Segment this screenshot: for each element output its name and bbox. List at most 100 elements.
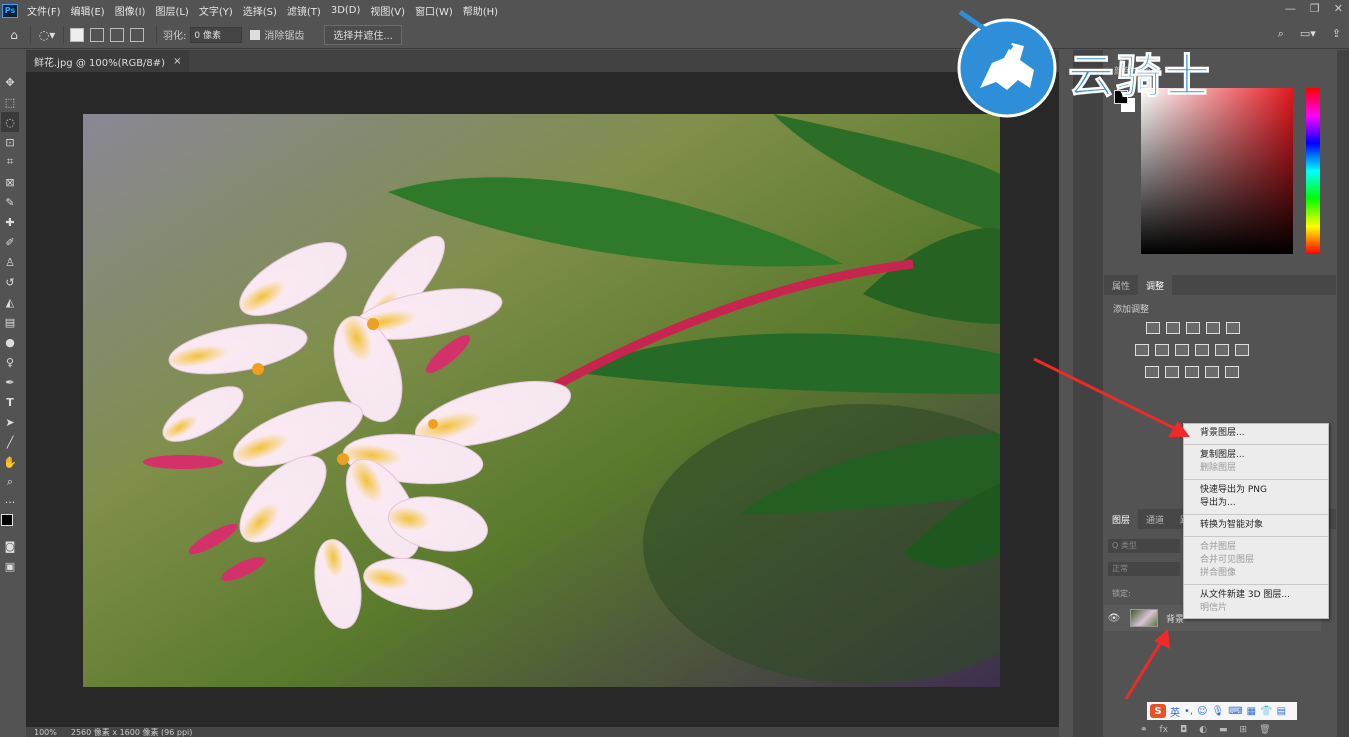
menu-item-new-3d-layer[interactable]: 从文件新建 3D 图层... [1184,589,1328,602]
hue-saturation-icon[interactable] [1135,344,1149,356]
hue-slider[interactable] [1306,88,1320,254]
fx-icon[interactable]: fx [1160,725,1169,735]
vibrance-icon[interactable] [1226,322,1240,334]
menu-help[interactable]: 帮助(H) [458,3,503,18]
intersect-selection-button[interactable] [130,27,144,42]
move-tool-icon[interactable]: ✥ [1,72,19,92]
tab-adjustments[interactable]: 调整 [1138,275,1173,295]
menu-3d[interactable]: 3D(D) [326,5,366,16]
share-icon[interactable]: ⇪ [1332,27,1341,41]
levels-icon[interactable] [1166,322,1180,334]
blend-mode-select[interactable]: 正常 [1108,562,1180,576]
gradient-map-icon[interactable] [1225,366,1239,378]
workspace-icon[interactable]: ▭▾ [1300,27,1316,41]
crop-tool-icon[interactable]: ⌗ [1,152,19,172]
punctuation-icon[interactable]: •, [1184,706,1193,717]
menu-item-delete-layer[interactable]: 删除图层 [1184,462,1328,475]
menu-item-export-as[interactable]: 导出为... [1184,497,1328,510]
line-tool-icon[interactable]: ╱ [1,432,19,452]
subtract-selection-button[interactable] [110,27,124,42]
document-tab[interactable]: 鲜花.jpg @ 100%(RGB/8#) × [26,50,190,72]
threshold-icon[interactable] [1185,366,1199,378]
more-tools-icon[interactable]: ··· [1,492,19,512]
add-selection-button[interactable] [90,27,104,42]
tab-channels[interactable]: 通道 [1138,509,1172,529]
skin-icon[interactable]: ▦ [1247,706,1256,717]
eraser-tool-icon[interactable]: ◭ [1,292,19,312]
menu-item-quick-export-png[interactable]: 快速导出为 PNG [1184,484,1328,497]
menu-item-background-layer[interactable]: 背景图层... [1184,427,1328,440]
color-swatches[interactable] [0,514,20,536]
lasso-tool-icon[interactable]: ◌ [1,112,19,132]
antialias-checkbox[interactable] [250,29,261,40]
color-balance-icon[interactable] [1155,344,1169,356]
new-group-icon[interactable]: ▬ [1219,725,1228,735]
photo-filter-icon[interactable] [1195,344,1209,356]
channel-mixer-icon[interactable] [1215,344,1229,356]
menu-item-flatten-image[interactable]: 拼合图像 [1184,567,1328,580]
brightness-icon[interactable] [1146,322,1160,334]
dodge-tool-icon[interactable]: ♀ [1,352,19,372]
frame-tool-icon[interactable]: ⊠ [1,172,19,192]
add-mask-icon[interactable]: ◘ [1180,725,1187,735]
eyedropper-tool-icon[interactable]: ✎ [1,192,19,212]
blur-tool-icon[interactable]: ● [1,332,19,352]
brush-tool-icon[interactable]: ✐ [1,232,19,252]
new-selection-button[interactable] [70,27,84,42]
lasso-preset-icon[interactable]: ◌▾ [37,25,57,45]
selective-color-icon[interactable] [1205,366,1219,378]
quick-mask-icon[interactable]: ◙ [1,536,19,556]
pen-tool-icon[interactable]: ✒ [1,372,19,392]
gradient-tool-icon[interactable]: ▤ [1,312,19,332]
menu-edit[interactable]: 编辑(E) [66,3,110,18]
delete-layer-icon[interactable]: 🗑 [1259,725,1270,735]
invert-icon[interactable] [1145,366,1159,378]
select-and-mask-button[interactable]: 选择并遮住... [324,24,402,45]
menu-file[interactable]: 文件(F) [22,3,66,18]
posterize-icon[interactable] [1165,366,1179,378]
screen-mode-icon[interactable]: ▣ [1,556,19,576]
close-icon[interactable]: ✕ [1334,2,1343,15]
zoom-level[interactable]: 100% [34,728,57,737]
emoji-icon[interactable]: ☺ [1197,706,1207,717]
tab-layers[interactable]: 图层 [1104,509,1139,529]
marquee-tool-icon[interactable]: ⬚ [1,92,19,112]
voice-icon[interactable]: 🎙 [1212,706,1225,717]
clone-stamp-tool-icon[interactable]: ♙ [1,252,19,272]
hand-tool-icon[interactable]: ✋ [1,452,19,472]
document-image[interactable] [83,114,1000,687]
ime-mode[interactable]: 英 [1170,704,1180,719]
document-size-info[interactable]: 2560 像素 x 1600 像素 (96 ppi) [71,727,193,737]
menu-type[interactable]: 文字(Y) [194,3,238,18]
path-selection-tool-icon[interactable]: ➤ [1,412,19,432]
history-brush-tool-icon[interactable]: ↺ [1,272,19,292]
foreground-color-swatch[interactable] [1,514,13,526]
type-tool-icon[interactable]: T [1,392,19,412]
minimize-icon[interactable]: — [1285,2,1296,15]
toolbox-icon[interactable]: ▤ [1277,706,1286,717]
menu-item-postcard[interactable]: 明信片 [1184,602,1328,615]
menu-item-merge-visible[interactable]: 合并可见图层 [1184,554,1328,567]
restore-icon[interactable]: ❐ [1310,2,1320,15]
menu-view[interactable]: 视图(V) [365,3,410,18]
keyboard-icon[interactable]: ⌨ [1228,706,1242,717]
home-icon[interactable]: ⌂ [4,25,24,45]
menu-item-convert-smart-object[interactable]: 转换为智能对象 [1184,519,1328,532]
black-white-icon[interactable] [1175,344,1189,356]
color-spectrum-field[interactable] [1141,88,1293,254]
menu-filter[interactable]: 滤镜(T) [282,3,326,18]
feather-input[interactable] [190,26,243,43]
tab-properties[interactable]: 属性 [1104,275,1138,295]
link-layers-icon[interactable]: ⚭ [1140,725,1148,735]
menu-item-duplicate-layer[interactable]: 复制图层... [1184,449,1328,462]
object-selection-tool-icon[interactable]: ⊡ [1,132,19,152]
menu-select[interactable]: 选择(S) [238,3,282,18]
menu-window[interactable]: 窗口(W) [410,3,458,18]
healing-brush-tool-icon[interactable]: ✚ [1,212,19,232]
exposure-icon[interactable] [1206,322,1220,334]
zoom-tool-icon[interactable]: ⌕ [1,472,19,492]
menu-item-merge-layers[interactable]: 合并图层 [1184,541,1328,554]
visibility-eye-icon[interactable]: 👁 [1104,613,1124,624]
tab-close-icon[interactable]: × [173,56,181,67]
search-icon[interactable]: ⌕ [1278,27,1284,41]
